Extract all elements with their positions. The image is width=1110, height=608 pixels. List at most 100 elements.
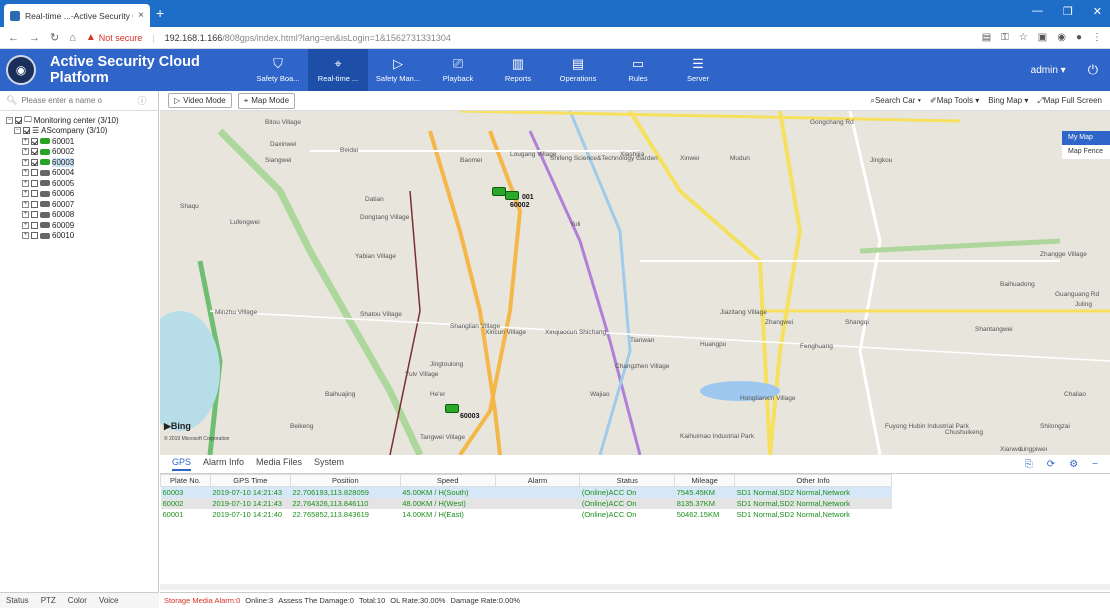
expand-icon[interactable]: + bbox=[22, 221, 29, 229]
tree-vehicle-60004[interactable]: +60004 bbox=[6, 168, 152, 179]
tree-vehicle-60009[interactable]: +60009 bbox=[6, 220, 152, 231]
expand-icon[interactable]: + bbox=[22, 137, 29, 145]
tree-vehicle-60010[interactable]: +60010 bbox=[6, 231, 152, 242]
tree-vehicle-60001[interactable]: +60001 bbox=[6, 136, 152, 147]
tree-vehicle-60005[interactable]: +60005 bbox=[6, 178, 152, 189]
footer-tab-ptz[interactable]: PTZ bbox=[41, 596, 56, 605]
collapse-icon[interactable]: − bbox=[6, 116, 13, 124]
tree-vehicle-60006[interactable]: +60006 bbox=[6, 189, 152, 200]
expand-icon[interactable]: + bbox=[22, 211, 29, 219]
footer-tab-color[interactable]: Color bbox=[68, 596, 87, 605]
reload-icon[interactable]: ↻ bbox=[50, 31, 59, 44]
search-car-button[interactable]: ⌕Search Car ▾ bbox=[870, 96, 921, 106]
vehicle-marker-60003[interactable] bbox=[445, 404, 459, 413]
checkbox[interactable] bbox=[31, 148, 38, 156]
checkbox[interactable] bbox=[31, 169, 38, 177]
full-screen-button[interactable]: ⤢Map Full Screen bbox=[1037, 96, 1102, 106]
footer-tab-status[interactable]: Status bbox=[6, 596, 29, 605]
video-mode-button[interactable]: ▷ Video Mode bbox=[168, 93, 232, 108]
footer-tab-voice[interactable]: Voice bbox=[99, 596, 119, 605]
column-header[interactable]: Alarm bbox=[494, 474, 581, 487]
tree-node-company[interactable]: − ☰ AScompany (3/10) bbox=[6, 126, 152, 137]
maximize-icon[interactable]: ❐ bbox=[1063, 5, 1073, 18]
checkbox[interactable] bbox=[31, 211, 38, 219]
module-server[interactable]: ☰ Server bbox=[668, 49, 728, 91]
export-icon[interactable]: ⎘ bbox=[1025, 459, 1033, 470]
expand-icon[interactable]: + bbox=[22, 148, 29, 156]
tab-gps[interactable]: GPS bbox=[172, 457, 192, 471]
tree-vehicle-60007[interactable]: +60007 bbox=[6, 199, 152, 210]
forward-icon[interactable]: → bbox=[29, 32, 40, 44]
table-row[interactable]: 60002 2019-07-10 14:21:43 22.764326,113.84… bbox=[160, 497, 892, 509]
module-safety-boa[interactable]: ⛉ Safety Boa... bbox=[248, 49, 308, 91]
info-icon[interactable]: ⓘ bbox=[137, 94, 146, 107]
table-row[interactable]: 60001 2019-07-10 14:21:40 22.765852,113.84… bbox=[161, 509, 892, 520]
checkbox[interactable] bbox=[31, 200, 38, 208]
tree-node-root[interactable]: − 🖵︎ Monitoring center (3/10) bbox=[6, 115, 152, 126]
chrome-icon[interactable]: ◉ bbox=[1057, 32, 1066, 43]
table-row[interactable]: 60003 2019-07-10 14:21:43 22.706193,113.82… bbox=[160, 486, 892, 498]
checkbox[interactable] bbox=[31, 158, 38, 166]
profile-icon[interactable]: ● bbox=[1076, 32, 1082, 43]
star-icon[interactable]: ☆ bbox=[1019, 32, 1028, 43]
module-reports[interactable]: ▥ Reports bbox=[488, 49, 548, 91]
settings-icon[interactable]: ⚙ bbox=[1069, 459, 1078, 470]
url-field[interactable]: 192.168.1.166/808gps/index.html?lang=en&… bbox=[165, 33, 451, 43]
checkbox[interactable] bbox=[31, 179, 38, 187]
tree-vehicle-60008[interactable]: +60008 bbox=[6, 210, 152, 221]
power-icon[interactable]: ⏻ bbox=[1088, 62, 1098, 78]
module-real-time[interactable]: ⌖ Real-time ... bbox=[308, 49, 368, 91]
checkbox[interactable] bbox=[31, 232, 38, 240]
minimize-panel-icon[interactable]: − bbox=[1092, 459, 1098, 470]
tree-vehicle-60002[interactable]: +60002 bbox=[6, 147, 152, 158]
expand-icon[interactable]: + bbox=[22, 158, 29, 166]
user-menu[interactable]: admin ▾ bbox=[1031, 65, 1066, 76]
map-type-map-fence[interactable]: Map Fence bbox=[1062, 145, 1110, 159]
expand-icon[interactable]: + bbox=[22, 190, 29, 198]
module-operations[interactable]: ▤ Operations bbox=[548, 49, 608, 91]
tab-system[interactable]: System bbox=[314, 457, 344, 471]
column-header[interactable]: Other Info bbox=[734, 474, 892, 487]
map-canvas[interactable]: Bitou Village Daxinwei Beidai Siangwei Shaqu… bbox=[160, 111, 1110, 455]
module-safety-man[interactable]: ▷ Safety Man... bbox=[368, 49, 428, 91]
expand-icon[interactable]: + bbox=[22, 232, 29, 240]
map-tools-button[interactable]: ✐Map Tools ▾ bbox=[930, 96, 979, 106]
refresh-icon[interactable]: ⟳ bbox=[1047, 459, 1055, 470]
key-icon[interactable]: ⚿ bbox=[1001, 32, 1009, 43]
collapse-icon[interactable]: − bbox=[14, 127, 21, 135]
search-input[interactable] bbox=[21, 96, 134, 105]
map-mode-button[interactable]: ⌖ Map Mode bbox=[237, 92, 296, 109]
column-header[interactable]: Plate No. bbox=[160, 474, 211, 487]
checkbox[interactable] bbox=[23, 127, 30, 135]
column-header[interactable]: Speed bbox=[399, 474, 496, 487]
checkbox[interactable] bbox=[31, 137, 38, 145]
tab-media-files[interactable]: Media Files bbox=[256, 457, 302, 471]
security-warning[interactable]: ▲ Not secure bbox=[86, 32, 142, 43]
vehicle-marker-60001[interactable] bbox=[492, 187, 506, 196]
search-icon[interactable]: 🔍︎ bbox=[6, 95, 17, 106]
menu-icon[interactable]: ⋮ bbox=[1092, 32, 1102, 43]
column-header[interactable]: GPS Time bbox=[209, 474, 291, 487]
module-rules[interactable]: ▭ Rules bbox=[608, 49, 668, 91]
module-playback[interactable]: ⎚ Playback bbox=[428, 49, 488, 91]
checkbox[interactable] bbox=[31, 221, 38, 229]
browser-tab[interactable]: Real-time ...-Active Security Cl × bbox=[4, 4, 150, 27]
close-window-icon[interactable]: ✕ bbox=[1093, 5, 1102, 18]
column-header[interactable]: Status bbox=[579, 474, 676, 487]
expand-icon[interactable]: + bbox=[22, 179, 29, 187]
close-tab-icon[interactable]: × bbox=[138, 10, 144, 21]
column-header[interactable]: Mileage bbox=[674, 474, 736, 487]
tree-vehicle-60003[interactable]: +60003 bbox=[6, 157, 152, 168]
bing-map-button[interactable]: Bing Map ▾ bbox=[988, 96, 1028, 106]
checkbox[interactable] bbox=[31, 190, 38, 198]
expand-icon[interactable]: + bbox=[22, 200, 29, 208]
map-type-my-map[interactable]: My Map bbox=[1062, 131, 1110, 145]
home-icon[interactable]: ⌂ bbox=[69, 32, 76, 44]
horizontal-scrollbar[interactable] bbox=[160, 584, 1110, 590]
column-header[interactable]: Position bbox=[289, 474, 401, 487]
expand-icon[interactable]: + bbox=[22, 169, 29, 177]
translate-icon[interactable]: ▤ bbox=[982, 32, 991, 43]
minimize-icon[interactable]: — bbox=[1032, 5, 1043, 18]
new-tab-button[interactable]: + bbox=[156, 5, 164, 21]
tab-alarm-info[interactable]: Alarm Info bbox=[203, 457, 244, 471]
